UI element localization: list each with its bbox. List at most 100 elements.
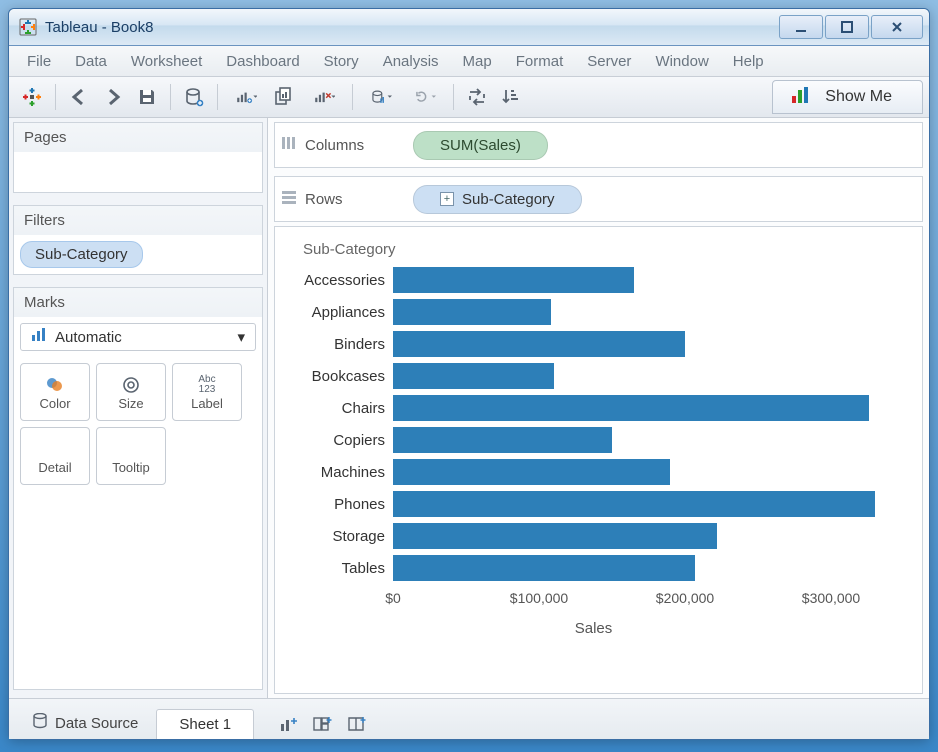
- marks-title: Marks: [14, 288, 262, 317]
- new-worksheet-button[interactable]: [226, 82, 266, 112]
- maximize-button[interactable]: [825, 15, 869, 39]
- menu-map[interactable]: Map: [451, 49, 504, 74]
- run-update-button[interactable]: [405, 82, 445, 112]
- size-mark-icon: [121, 374, 141, 396]
- datasource-icon: [33, 713, 47, 733]
- swap-button[interactable]: [462, 82, 492, 112]
- minimize-button[interactable]: [779, 15, 823, 39]
- category-label: Copiers: [283, 432, 393, 449]
- tab-bar: Data Source Sheet 1: [9, 698, 929, 739]
- mark-color-button[interactable]: Color: [20, 363, 90, 421]
- columns-label: Columns: [305, 137, 364, 154]
- columns-shelf[interactable]: Columns SUM(Sales): [274, 122, 923, 168]
- menu-file[interactable]: File: [15, 49, 63, 74]
- rows-icon: [281, 190, 297, 208]
- bar-storage[interactable]: [393, 523, 717, 549]
- bar-copiers[interactable]: [393, 427, 612, 453]
- bar-bookcases[interactable]: [393, 363, 554, 389]
- rows-pill-subcategory[interactable]: + Sub-Category: [413, 185, 582, 214]
- mark-detail-button[interactable]: Detail: [20, 427, 90, 485]
- axis-tick: $300,000: [802, 590, 860, 606]
- pages-shelf[interactable]: Pages: [13, 122, 263, 193]
- menu-dashboard[interactable]: Dashboard: [214, 49, 311, 74]
- back-button[interactable]: [64, 82, 94, 112]
- sheet-1-tab[interactable]: Sheet 1: [156, 709, 254, 739]
- rows-pill-label: Sub-Category: [462, 191, 555, 208]
- rows-shelf[interactable]: Rows + Sub-Category: [274, 176, 923, 222]
- data-source-label: Data Source: [55, 715, 138, 732]
- bar-accessories[interactable]: [393, 267, 634, 293]
- chart-viz[interactable]: Sub-Category Accessories Appliances Binder…: [274, 226, 923, 694]
- category-label: Machines: [283, 464, 393, 481]
- category-label: Binders: [283, 336, 393, 353]
- bar-binders[interactable]: [393, 331, 685, 357]
- label-mark-icon: Abc123: [198, 374, 215, 396]
- content-area: Columns SUM(Sales) Rows + Sub-Category S…: [268, 118, 929, 698]
- tableau-logo-icon[interactable]: [17, 82, 47, 112]
- color-mark-icon: [45, 374, 65, 396]
- app-window: Tableau - Book8 File Data Worksheet Dash…: [8, 8, 930, 740]
- category-label: Chairs: [283, 400, 393, 417]
- x-axis-label: Sales: [283, 620, 904, 637]
- category-label: Appliances: [283, 304, 393, 321]
- columns-icon: [281, 136, 297, 154]
- menu-analysis[interactable]: Analysis: [371, 49, 451, 74]
- show-me-button[interactable]: Show Me: [772, 80, 923, 114]
- toolbar: Show Me: [9, 77, 929, 118]
- menu-story[interactable]: Story: [312, 49, 371, 74]
- category-label: Tables: [283, 560, 393, 577]
- duplicate-sheet-button[interactable]: [270, 82, 300, 112]
- title-bar: Tableau - Book8: [9, 9, 929, 46]
- sort-asc-button[interactable]: [496, 82, 526, 112]
- bar-phones[interactable]: [393, 491, 875, 517]
- sidebar: Pages Filters Sub-Category Marks Automat…: [9, 118, 268, 698]
- mark-size-label: Size: [118, 396, 143, 411]
- rows-label: Rows: [305, 191, 343, 208]
- menu-server[interactable]: Server: [575, 49, 643, 74]
- new-worksheet-tab-button[interactable]: [272, 709, 306, 739]
- category-label: Storage: [283, 528, 393, 545]
- mark-tooltip-label: Tooltip: [112, 460, 150, 475]
- mark-color-label: Color: [39, 396, 70, 411]
- chart-header-label: Sub-Category: [303, 241, 904, 258]
- new-story-tab-button[interactable]: [340, 709, 374, 739]
- expand-icon: +: [440, 192, 454, 206]
- filters-shelf[interactable]: Filters Sub-Category: [13, 205, 263, 275]
- data-source-tab[interactable]: Data Source: [15, 707, 156, 739]
- marks-type-select[interactable]: Automatic ▾: [20, 323, 256, 351]
- columns-pill-sum-sales[interactable]: SUM(Sales): [413, 131, 548, 160]
- close-button[interactable]: [871, 15, 923, 39]
- menu-worksheet[interactable]: Worksheet: [119, 49, 214, 74]
- mark-label-button[interactable]: Abc123 Label: [172, 363, 242, 421]
- pages-title: Pages: [14, 123, 262, 152]
- bar-appliances[interactable]: [393, 299, 551, 325]
- show-me-icon: [791, 86, 811, 109]
- tableau-app-icon: [19, 18, 37, 36]
- new-datasource-button[interactable]: [179, 82, 209, 112]
- menu-help[interactable]: Help: [721, 49, 776, 74]
- show-me-label: Show Me: [825, 88, 892, 106]
- axis-tick: $100,000: [510, 590, 568, 606]
- forward-button[interactable]: [98, 82, 128, 112]
- mark-tooltip-button[interactable]: Tooltip: [96, 427, 166, 485]
- mark-size-button[interactable]: Size: [96, 363, 166, 421]
- menu-window[interactable]: Window: [643, 49, 720, 74]
- main-area: Pages Filters Sub-Category Marks Automat…: [9, 118, 929, 698]
- menu-bar: File Data Worksheet Dashboard Story Anal…: [9, 46, 929, 77]
- bar-chairs[interactable]: [393, 395, 869, 421]
- menu-data[interactable]: Data: [63, 49, 119, 74]
- new-dashboard-tab-button[interactable]: [306, 709, 340, 739]
- category-label: Accessories: [283, 272, 393, 289]
- bar-tables[interactable]: [393, 555, 695, 581]
- axis-tick: $0: [385, 590, 401, 606]
- clear-sheet-button[interactable]: [304, 82, 344, 112]
- marks-card: Marks Automatic ▾ Color Size: [13, 287, 263, 690]
- menu-format[interactable]: Format: [504, 49, 576, 74]
- bar-machines[interactable]: [393, 459, 670, 485]
- filter-pill-subcategory[interactable]: Sub-Category: [20, 241, 143, 268]
- save-button[interactable]: [132, 82, 162, 112]
- mark-text-label: Label: [191, 396, 223, 411]
- category-label: Bookcases: [283, 368, 393, 385]
- chevron-down-icon: ▾: [237, 328, 245, 346]
- auto-update-button[interactable]: [361, 82, 401, 112]
